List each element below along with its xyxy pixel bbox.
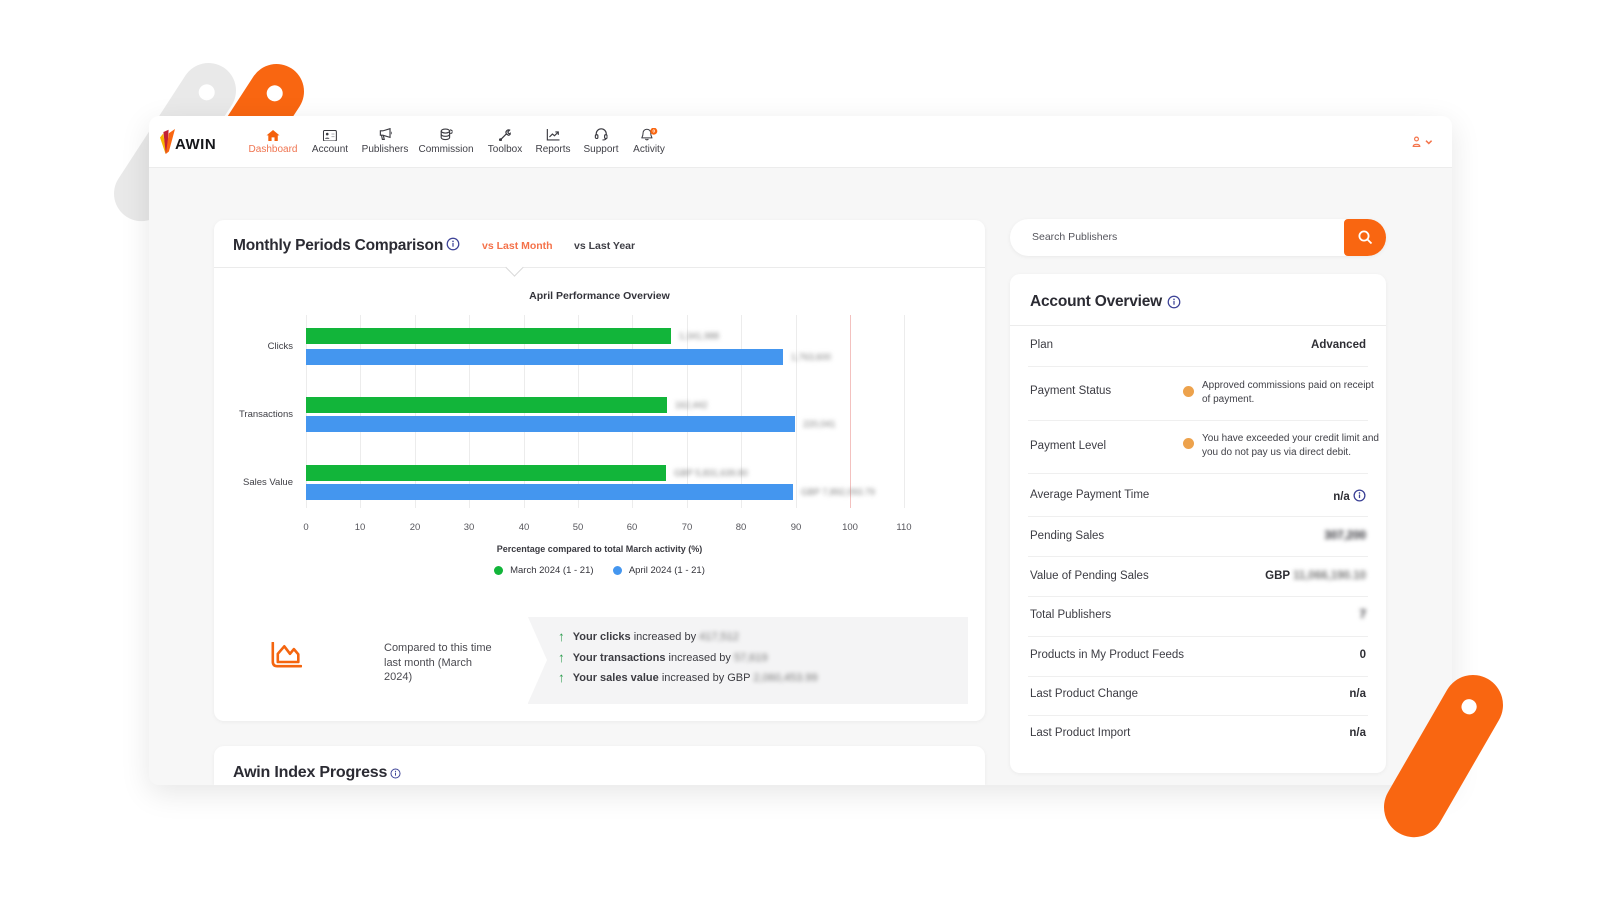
svg-text:0: 0 [652,129,655,134]
